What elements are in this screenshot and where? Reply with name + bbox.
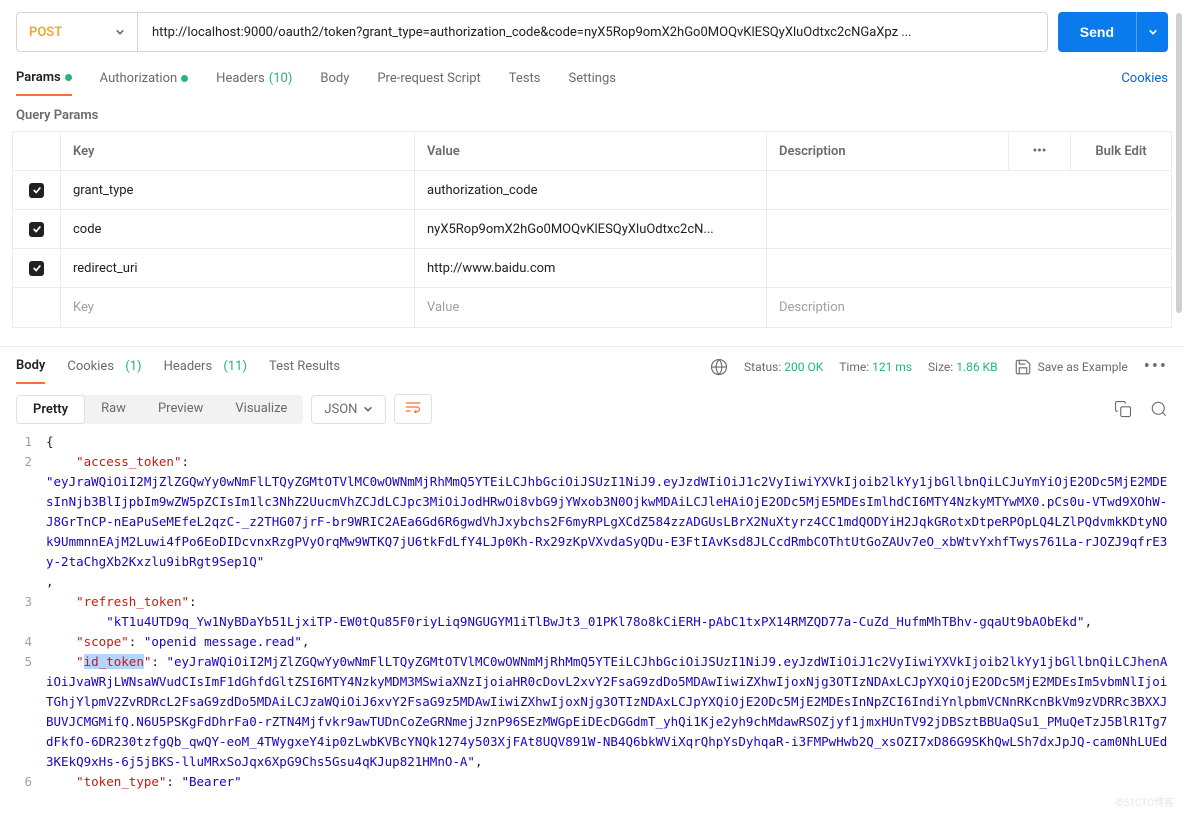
param-value[interactable]: authorization_code — [415, 171, 767, 209]
param-key[interactable]: grant_type — [61, 171, 415, 209]
tab-headers[interactable]: Headers (10) — [216, 62, 292, 96]
cookies-link[interactable]: Cookies — [1121, 71, 1168, 86]
table-row: grant_type authorization_code — [13, 171, 1171, 210]
param-value[interactable]: nyX5Rop9omX2hGo0MOQvKlESQyXluOdtxc2cN... — [415, 210, 767, 248]
param-desc[interactable] — [767, 249, 1171, 287]
table-row: redirect_uri http://www.baidu.com — [13, 249, 1171, 288]
param-key-placeholder[interactable]: Key — [61, 288, 415, 327]
scrollbar-vertical[interactable] — [1176, 13, 1182, 313]
wrap-lines-button[interactable] — [394, 394, 432, 424]
response-body[interactable]: 1{ 2 "access_token": "eyJraWQiOiI2MjZlZG… — [0, 432, 1184, 813]
param-desc-placeholder[interactable]: Description — [767, 288, 1171, 327]
wrap-icon — [405, 401, 421, 413]
tab-settings[interactable]: Settings — [569, 62, 616, 96]
table-header: Key Value Description ••• Bulk Edit — [13, 132, 1171, 171]
tab-tests[interactable]: Tests — [509, 62, 541, 96]
param-value[interactable]: http://www.baidu.com — [415, 249, 767, 287]
view-preview[interactable]: Preview — [142, 395, 219, 424]
chevron-down-icon — [363, 404, 373, 414]
checkbox[interactable] — [29, 261, 44, 276]
chevron-down-icon — [115, 27, 125, 37]
save-as-example[interactable]: Save as Example — [1014, 358, 1128, 376]
table-row: code nyX5Rop9omX2hGo0MOQvKlESQyXluOdtxc2… — [13, 210, 1171, 249]
query-params-table: Key Value Description ••• Bulk Edit gran… — [12, 131, 1172, 328]
send-button[interactable]: Send — [1058, 12, 1136, 52]
table-row-new[interactable]: Key Value Description — [13, 288, 1171, 327]
more-options[interactable]: ••• — [1009, 132, 1071, 170]
col-value: Value — [415, 132, 767, 170]
tab-resp-body[interactable]: Body — [16, 350, 45, 384]
view-pretty[interactable]: Pretty — [16, 395, 85, 424]
indicator-dot — [65, 74, 72, 81]
search-icon[interactable] — [1150, 400, 1168, 418]
bulk-edit-link[interactable]: Bulk Edit — [1071, 132, 1171, 170]
checkbox[interactable] — [29, 222, 44, 237]
tab-authorization[interactable]: Authorization — [100, 62, 189, 96]
copy-icon[interactable] — [1114, 400, 1132, 418]
request-tabs: Params Authorization Headers (10) Body P… — [0, 62, 1184, 96]
method-label: POST — [29, 25, 62, 40]
chevron-down-icon — [1148, 27, 1158, 37]
tab-resp-headers[interactable]: Headers (11) — [164, 350, 247, 384]
status-label: Status: 200 OK — [744, 360, 823, 374]
time-label: Time: 121 ms — [839, 360, 912, 374]
tab-resp-tests[interactable]: Test Results — [269, 350, 340, 384]
more-menu[interactable]: ••• — [1144, 356, 1168, 377]
tab-prerequest[interactable]: Pre-request Script — [377, 62, 480, 96]
checkbox[interactable] — [29, 183, 44, 198]
param-key[interactable]: code — [61, 210, 415, 248]
send-dropdown[interactable] — [1136, 12, 1168, 52]
http-method-select[interactable]: POST — [16, 12, 138, 52]
tab-body[interactable]: Body — [320, 62, 349, 96]
query-params-title: Query Params — [0, 96, 1184, 131]
param-desc[interactable] — [767, 171, 1171, 209]
viewer-controls: Pretty Raw Preview Visualize JSON — [0, 386, 1184, 432]
watermark: ©51CTO博客 — [1116, 794, 1174, 809]
param-key[interactable]: redirect_uri — [61, 249, 415, 287]
view-raw[interactable]: Raw — [85, 395, 142, 424]
indicator-dot — [181, 75, 188, 82]
tab-params[interactable]: Params — [16, 62, 72, 96]
col-description: Description — [767, 132, 1009, 170]
save-icon — [1014, 358, 1032, 376]
response-tabs: Body Cookies (1) Headers (11) Test Resul… — [0, 346, 1184, 386]
url-input[interactable]: http://localhost:9000/oauth2/token?grant… — [137, 12, 1048, 52]
globe-icon[interactable] — [710, 358, 728, 376]
param-value-placeholder[interactable]: Value — [415, 288, 767, 327]
size-label: Size: 1.86 KB — [928, 360, 998, 374]
view-visualize[interactable]: Visualize — [219, 395, 303, 424]
param-desc[interactable] — [767, 210, 1171, 248]
col-key: Key — [61, 132, 415, 170]
tab-resp-cookies[interactable]: Cookies (1) — [67, 350, 141, 384]
language-select[interactable]: JSON — [311, 395, 386, 424]
